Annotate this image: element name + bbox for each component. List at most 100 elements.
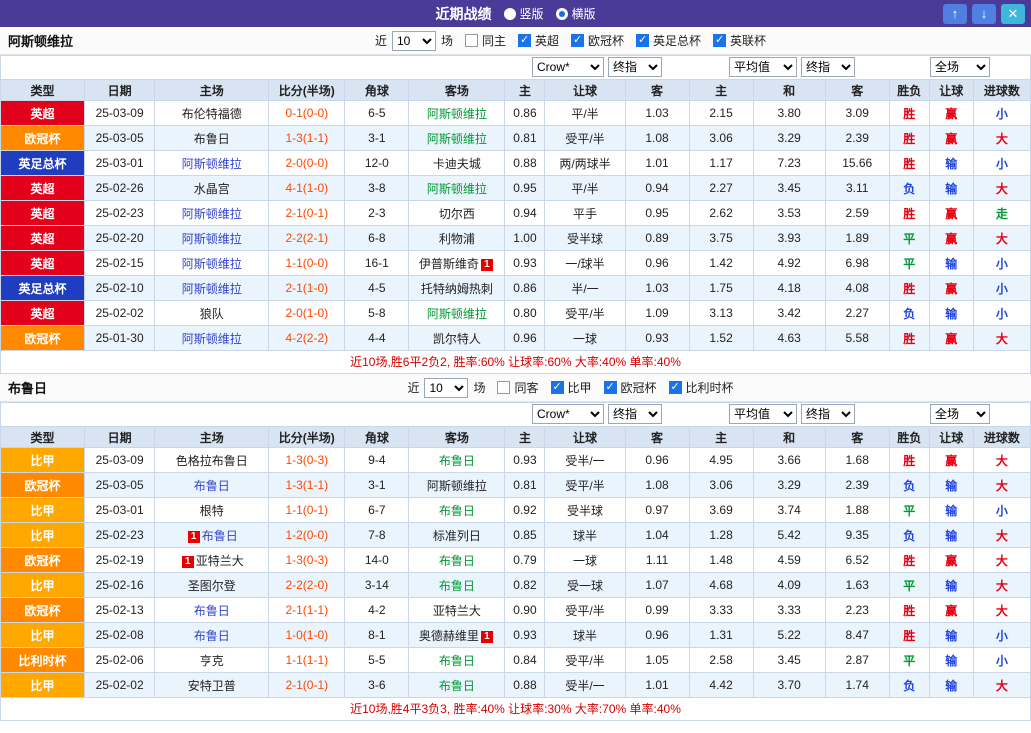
same-venue-checkbox[interactable] [497,381,510,394]
home-team-name[interactable]: 阿斯顿维拉 [182,232,242,246]
average-select[interactable]: 平均值 [729,404,797,424]
match-count-select[interactable]: 10 [392,31,436,51]
column-header: 主 [689,80,753,101]
avg-final-odds-select[interactable]: 终指 [801,404,855,424]
home-team-name[interactable]: 色格拉布鲁日 [176,454,248,468]
league-filter[interactable]: 英超 [518,32,561,49]
fullmatch-select[interactable]: 全场 [930,404,990,424]
result-goals: 大 [973,548,1030,573]
home-team-name[interactable]: 狼队 [200,307,224,321]
same-venue-filter[interactable]: 同主 [465,32,508,49]
column-header: 主 [505,80,545,101]
move-down-button[interactable]: ↓ [972,4,996,24]
home-team-name[interactable]: 亨克 [200,654,224,668]
home-team-name[interactable]: 布鲁日 [202,529,238,543]
move-up-button[interactable]: ↑ [943,4,967,24]
home-team-name[interactable]: 亚特兰大 [196,554,244,568]
away-team-name[interactable]: 阿斯顿维拉 [427,182,487,196]
same-venue-filter[interactable]: 同客 [497,379,540,396]
final-odds-select[interactable]: 终指 [608,404,662,424]
away-team-name[interactable]: 凯尔特人 [433,332,481,346]
home-team-name[interactable]: 安特卫普 [188,679,236,693]
result-winlose: 负 [889,673,929,698]
away-team-name[interactable]: 奥德赫维里 [419,629,479,643]
league-checkbox[interactable] [669,381,682,394]
league-filter[interactable]: 欧冠杯 [571,32,626,49]
league-checkbox[interactable] [713,34,726,47]
radio-vertical-icon[interactable] [503,8,515,20]
same-venue-label: 同主 [482,32,506,49]
away-team-name[interactable]: 阿斯顿维拉 [427,479,487,493]
home-team-name[interactable]: 阿斯顿维拉 [182,282,242,296]
away-team-name[interactable]: 亚特兰大 [433,604,481,618]
league-filter[interactable]: 英足总杯 [636,32,703,49]
odds-away: 1.01 [625,151,689,176]
radio-vertical-layout[interactable]: 竖版 [503,5,543,22]
away-team-name[interactable]: 阿斯顿维拉 [427,107,487,121]
odds-company-select[interactable]: Crow* [532,404,604,424]
away-team-cell: 亚特兰大 [409,598,505,623]
league-filter[interactable]: 欧冠杯 [604,379,659,396]
column-header: 主场 [155,427,269,448]
match-row: 英超25-02-15阿斯顿维拉1-1(0-0)16-1伊普斯维奇10.93一/球… [1,251,1031,276]
league-filter-label: 比利时杯 [686,379,734,396]
home-team-name[interactable]: 布伦特福德 [182,107,242,121]
match-row: 英超25-02-02狼队2-0(1-0)5-8阿斯顿维拉0.80受平/半1.09… [1,301,1031,326]
close-button[interactable]: ✕ [1001,4,1025,24]
league-checkbox[interactable] [551,381,564,394]
home-team-name[interactable]: 根特 [200,504,224,518]
titlebar: 近期战绩 竖版 横版 ↑ ↓ ✕ [0,0,1031,27]
away-team-name[interactable]: 布鲁日 [439,454,475,468]
radio-horizontal-layout[interactable]: 横版 [556,5,596,22]
away-team-name[interactable]: 布鲁日 [439,579,475,593]
away-team-name[interactable]: 卡迪夫城 [433,157,481,171]
match-date: 25-03-01 [85,151,155,176]
away-team-name[interactable]: 利物浦 [439,232,475,246]
fullmatch-select[interactable]: 全场 [930,57,990,77]
average-select[interactable]: 平均值 [729,57,797,77]
home-team-name[interactable]: 布鲁日 [194,604,230,618]
league-filter[interactable]: 比甲 [551,379,594,396]
away-team-name[interactable]: 布鲁日 [439,679,475,693]
radio-horizontal-icon[interactable] [556,8,568,20]
away-team-name[interactable]: 布鲁日 [439,654,475,668]
away-team-name[interactable]: 布鲁日 [439,504,475,518]
games-label: 场 [441,32,453,49]
league-checkbox[interactable] [518,34,531,47]
match-date: 25-03-09 [85,448,155,473]
same-venue-checkbox[interactable] [465,34,478,47]
home-team-name[interactable]: 水晶宫 [194,182,230,196]
league-filter[interactable]: 比利时杯 [669,379,736,396]
odds-company-select[interactable]: Crow* [532,57,604,77]
score: 1-3(0-3) [269,548,345,573]
home-team-name[interactable]: 阿斯顿维拉 [182,157,242,171]
home-team-name[interactable]: 布鲁日 [194,479,230,493]
avg-final-odds-select[interactable]: 终指 [801,57,855,77]
away-team-name[interactable]: 阿斯顿维拉 [427,132,487,146]
final-odds-select[interactable]: 终指 [608,57,662,77]
home-team-name[interactable]: 布鲁日 [194,132,230,146]
away-team-name[interactable]: 伊普斯维奇 [419,257,479,271]
away-team-name[interactable]: 托特纳姆热刺 [421,282,493,296]
league-checkbox[interactable] [571,34,584,47]
corners: 6-7 [345,498,409,523]
away-team-name[interactable]: 阿斯顿维拉 [427,307,487,321]
league-checkbox[interactable] [636,34,649,47]
league-checkbox[interactable] [604,381,617,394]
home-team-name[interactable]: 阿斯顿维拉 [182,257,242,271]
home-team-name[interactable]: 布鲁日 [194,629,230,643]
column-header: 主场 [155,80,269,101]
home-team-name[interactable]: 圣图尔登 [188,579,236,593]
away-team-name[interactable]: 标准列日 [433,529,481,543]
match-count-select[interactable]: 10 [424,378,468,398]
home-team-name[interactable]: 阿斯顿维拉 [182,207,242,221]
odds-away: 0.96 [625,448,689,473]
away-team-cell: 奥德赫维里1 [409,623,505,648]
odds-home: 0.86 [505,101,545,126]
away-team-name[interactable]: 布鲁日 [439,554,475,568]
away-team-name[interactable]: 切尔西 [439,207,475,221]
league-filter[interactable]: 英联杯 [713,32,768,49]
home-team-name[interactable]: 阿斯顿维拉 [182,332,242,346]
odds-handicap: 球半 [545,623,625,648]
avg-home: 2.58 [689,648,753,673]
